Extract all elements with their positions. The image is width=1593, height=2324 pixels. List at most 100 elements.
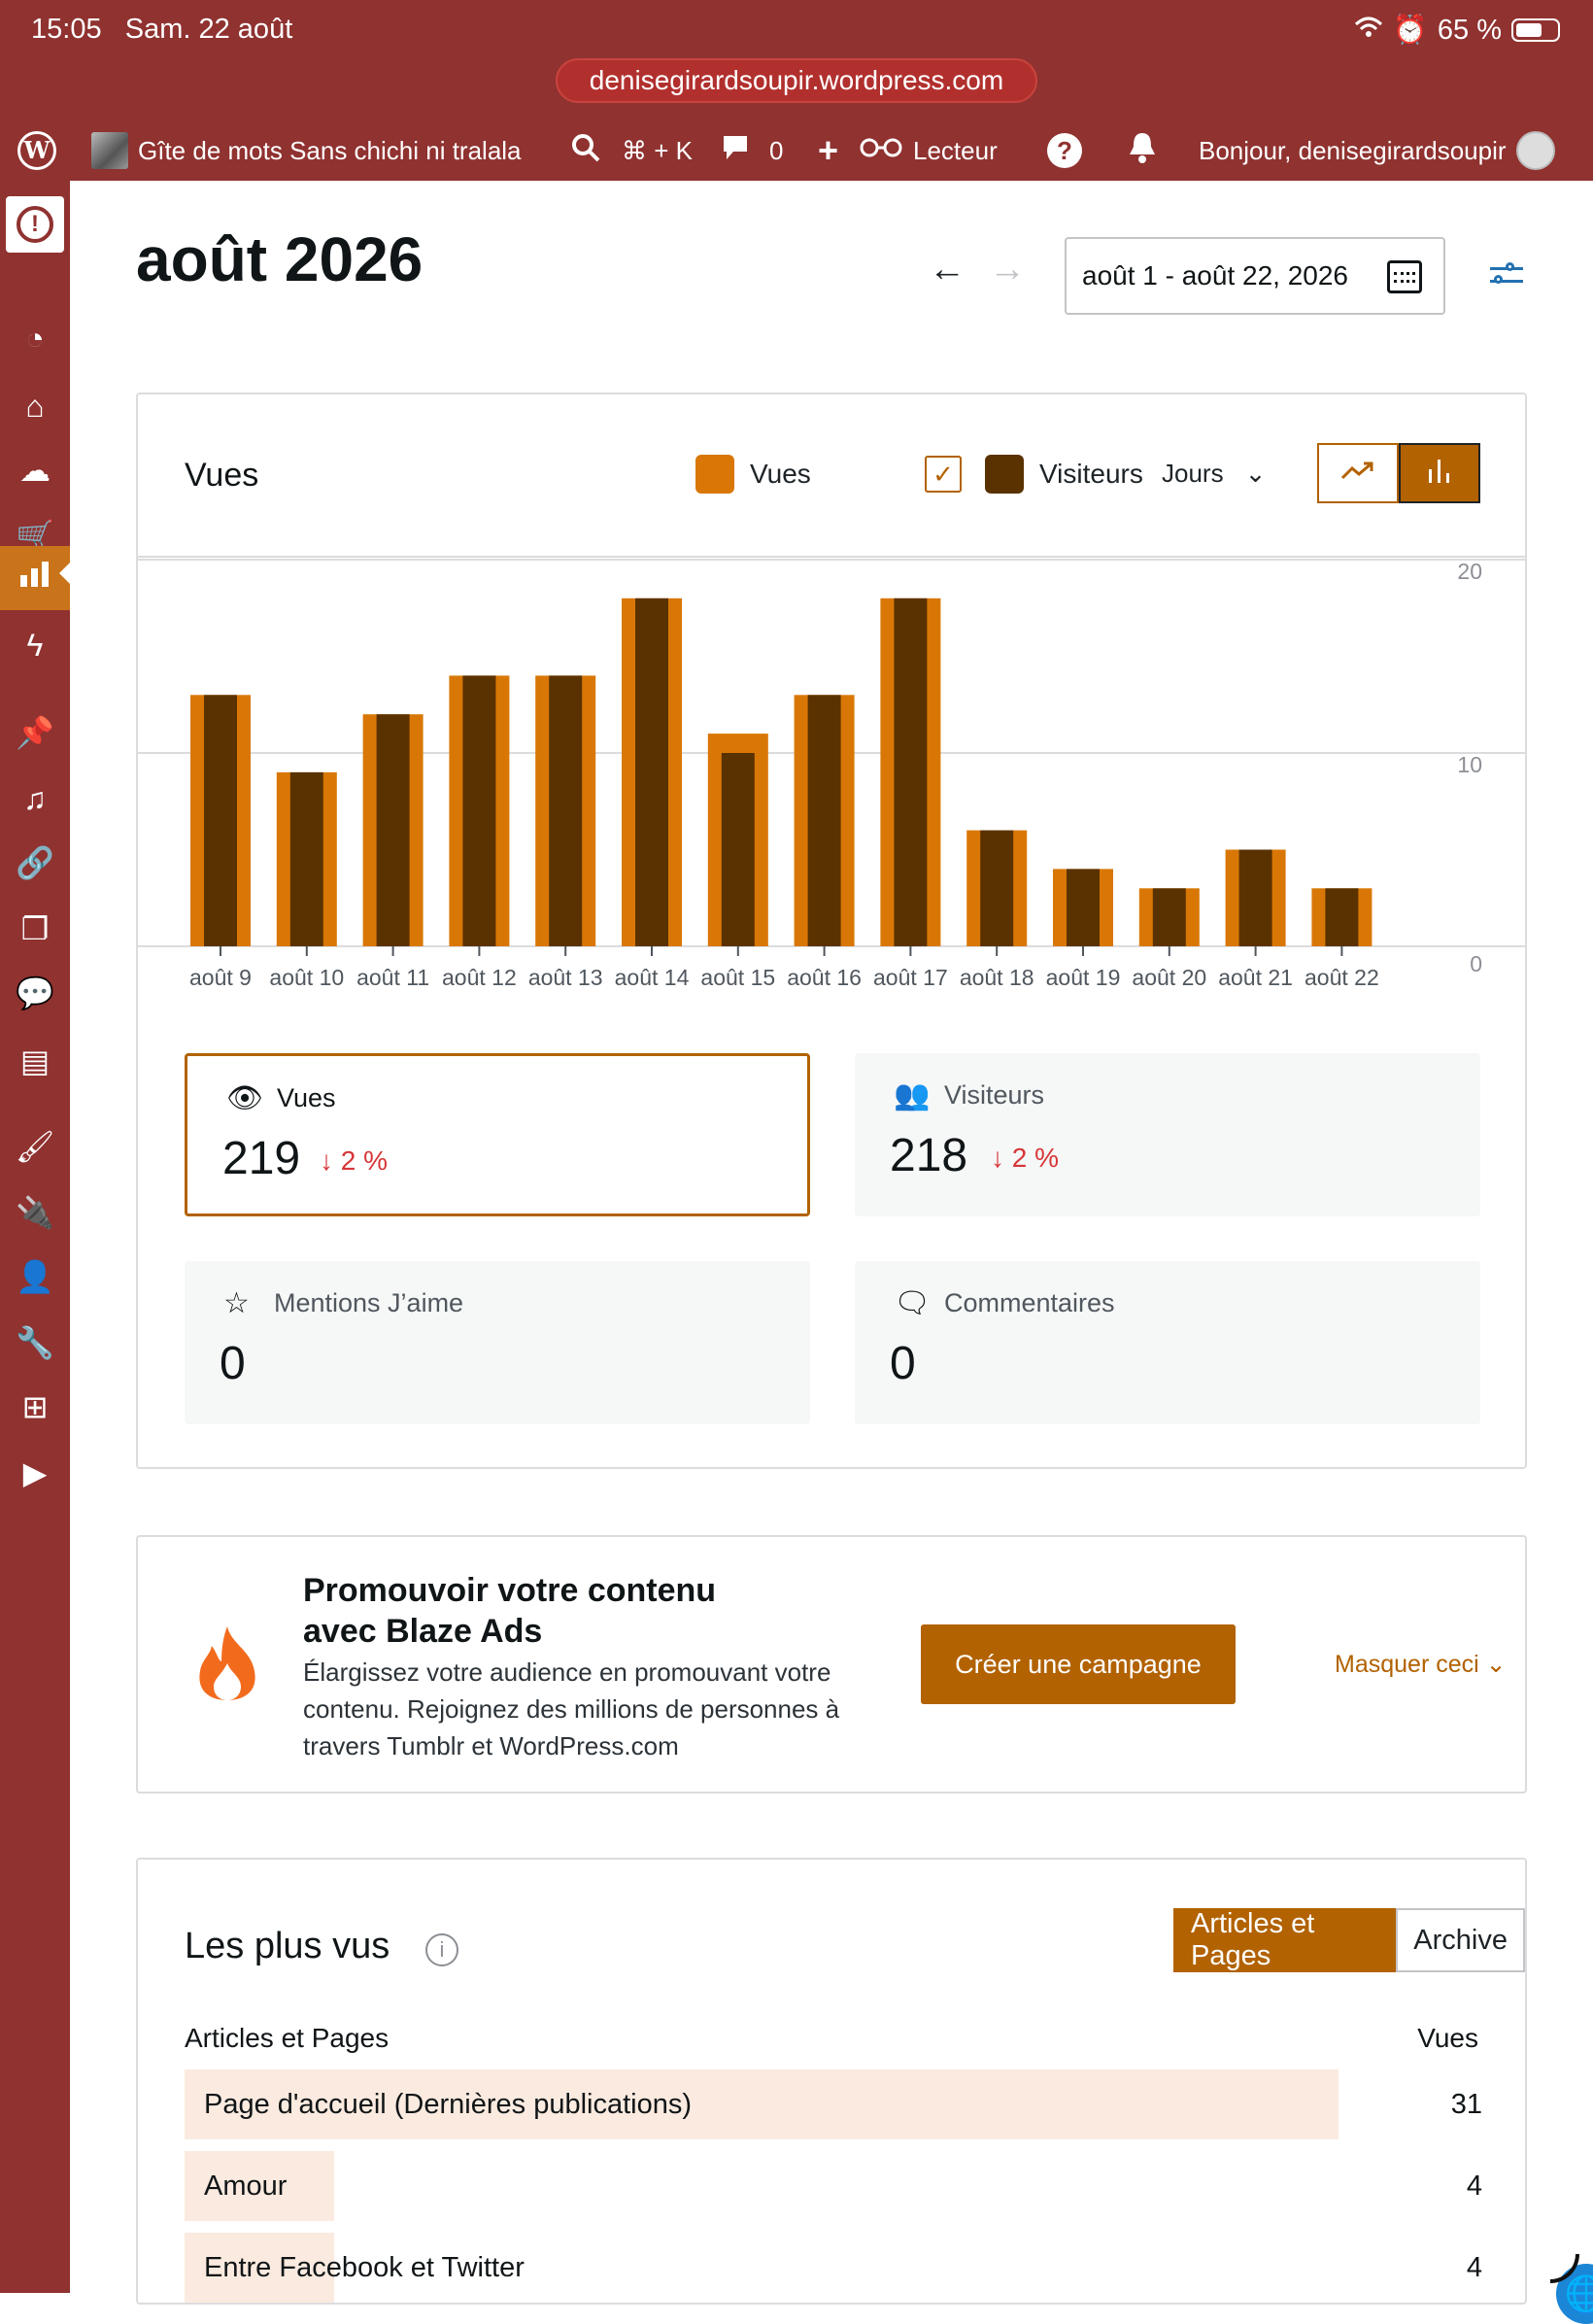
arrow-left-icon[interactable]: ← — [929, 249, 966, 290]
battery-icon — [1511, 18, 1560, 42]
comments-count: 0 — [769, 135, 784, 165]
tab-articles-pages[interactable]: Articles et Pages — [1173, 1908, 1397, 1972]
notifications-button[interactable] — [1127, 130, 1158, 171]
greeting: Bonjour, denisegirardsoupir — [1199, 135, 1507, 165]
sidebar-item-users[interactable]: 👤 — [0, 1249, 70, 1304]
sidebar-item-pages[interactable]: ❐ — [0, 902, 70, 956]
bar-visitors — [1152, 888, 1186, 946]
list-item[interactable]: Entre Facebook et Twitter 4 — [185, 2233, 1482, 2303]
list-item[interactable]: Page d'accueil (Dernières publications) 3… — [185, 2069, 1482, 2139]
stat-views-value: 219 — [222, 1133, 301, 1184]
stat-comments[interactable]: 🗨 Commentaires 0 — [855, 1261, 1480, 1424]
help-icon: ? — [1047, 133, 1082, 168]
period-select[interactable]: Jours ⌄ — [1162, 459, 1266, 489]
stat-views-change: ↓ 2 % — [320, 1145, 389, 1176]
line-chart-toggle[interactable] — [1317, 443, 1399, 503]
period-label: Jours — [1162, 459, 1224, 488]
sidebar-item-jetpack[interactable]: ϟ — [0, 618, 70, 672]
sidebar-item-comments[interactable]: 💬 — [0, 966, 70, 1020]
site-name: Gîte de mots Sans chichi ni tralala — [138, 135, 522, 165]
flame-icon — [192, 1624, 262, 1707]
reader-label: Lecteur — [913, 135, 998, 165]
bar-visitors — [1238, 849, 1272, 946]
sidebar-item-settings[interactable]: ⊞ — [0, 1380, 70, 1434]
create-campaign-button[interactable]: Créer une campagne — [921, 1624, 1236, 1704]
list-item[interactable]: Amour 4 — [185, 2151, 1482, 2221]
tab-archive[interactable]: Archive — [1396, 1908, 1525, 1972]
legend-visitors-label: Visiteurs — [1039, 459, 1143, 489]
stat-visitors-value: 218 — [890, 1130, 968, 1181]
account-menu[interactable]: Bonjour, denisegirardsoupir — [1199, 130, 1555, 171]
sidebar-item-posts[interactable]: 📌 — [0, 705, 70, 760]
bar-visitors — [204, 695, 237, 946]
comments-button[interactable]: 0 — [721, 130, 783, 171]
top-posts-tabs: Articles et Pages Archive — [1173, 1908, 1525, 1972]
stat-visitors-label: Visiteurs — [944, 1080, 1045, 1110]
sidebar-item-collapse[interactable]: ▶ — [0, 1446, 70, 1500]
bar-chart-toggle[interactable] — [1399, 443, 1480, 503]
gauge-icon: ◔ — [25, 320, 45, 356]
status-date: Sam. 22 août — [124, 14, 293, 45]
date-range-picker[interactable]: août 1 - août 22, 2026 — [1065, 237, 1445, 315]
visitors-checkbox[interactable]: ✓ — [925, 456, 962, 493]
site-icon — [91, 132, 128, 169]
search-icon — [571, 133, 600, 169]
x-tick-label: août 15 — [700, 965, 775, 990]
info-icon[interactable]: i — [425, 1933, 458, 1966]
link-icon: 🔗 — [16, 845, 54, 880]
x-tick-label: août 11 — [356, 965, 429, 990]
x-tick-label: août 14 — [615, 965, 690, 990]
sidebar-item-media[interactable]: ♫ — [0, 771, 70, 826]
sidebar-item-home[interactable]: ⌂ — [0, 379, 70, 433]
post-title[interactable]: Page d'accueil (Dernières publications) — [204, 2089, 692, 2121]
post-title[interactable]: Amour — [204, 2170, 287, 2203]
alert-icon: ! — [17, 206, 53, 243]
sidebar-item-dashboard[interactable]: ◔ — [0, 311, 70, 365]
stat-views[interactable]: 👁 Vues 219 ↓ 2 % — [185, 1053, 810, 1216]
status-indicators: ⏰ 65 % — [1354, 14, 1560, 47]
stat-likes[interactable]: ☆ Mentions J’aime 0 — [185, 1261, 810, 1424]
bell-icon — [1127, 131, 1158, 171]
chart-type-toggle — [1317, 443, 1480, 503]
arrow-right-icon[interactable]: → — [989, 249, 1026, 290]
play-icon: ▶ — [22, 1455, 48, 1490]
sidebar-item-feedback[interactable]: ▤ — [0, 1034, 70, 1088]
home-icon: ⌂ — [25, 388, 45, 424]
bar-visitors — [376, 714, 410, 946]
comment-icon — [721, 133, 750, 169]
sidebar-item-links[interactable]: 🔗 — [0, 836, 70, 890]
eye-icon: 👁 — [226, 1082, 264, 1114]
jetpack-icon: ϟ — [26, 627, 44, 663]
feedback-icon: ▤ — [19, 1043, 51, 1078]
sidebar-item-hosting[interactable]: ☁ — [0, 443, 70, 497]
chevron-down-icon: ⌄ — [1244, 459, 1267, 488]
legend-visitors: ✓ Visiteurs — [925, 455, 1143, 494]
url-bar[interactable]: denisegirardsoupir.wordpress.com — [556, 58, 1037, 103]
new-post-button[interactable]: + — [818, 130, 838, 171]
hide-promo-link[interactable]: Masquer ceci ⌄ — [1335, 1650, 1507, 1679]
reader-link[interactable]: Lecteur — [859, 130, 998, 171]
site-name-link[interactable]: Gîte de mots Sans chichi ni tralala — [91, 130, 522, 171]
filter-settings-icon[interactable] — [1490, 260, 1523, 290]
stat-visitors[interactable]: 👥 Visiteurs 218 ↓ 2 % — [855, 1053, 1480, 1216]
post-views: 4 — [1466, 2252, 1482, 2283]
legend-views: Vues — [695, 455, 811, 494]
sidebar-alert[interactable]: ! — [6, 196, 64, 253]
battery-percent: 65 % — [1437, 14, 1502, 46]
post-title[interactable]: Entre Facebook et Twitter — [204, 2252, 525, 2284]
legend-views-label: Vues — [750, 459, 811, 489]
wordpress-logo-button[interactable]: W — [17, 130, 56, 171]
sidebar-item-stats[interactable] — [0, 546, 71, 610]
x-tick-label: août 22 — [1305, 965, 1379, 990]
sidebar-item-appearance[interactable]: 🖌 — [0, 1119, 70, 1174]
sidebar-item-plugins[interactable]: 🔌 — [0, 1185, 70, 1240]
search-button[interactable]: ⌘ + K — [571, 130, 693, 171]
blaze-promo-card: Promouvoir votre contenu avec Blaze Ads … — [136, 1535, 1527, 1794]
star-icon: ☆ — [223, 1287, 250, 1319]
x-tick-label: août 19 — [1046, 965, 1121, 990]
wrench-icon: 🔧 — [16, 1325, 54, 1360]
post-views: 4 — [1466, 2170, 1482, 2202]
views-swatch — [695, 455, 734, 494]
sidebar-item-tools[interactable]: 🔧 — [0, 1316, 70, 1370]
help-button[interactable]: ? — [1047, 130, 1082, 171]
